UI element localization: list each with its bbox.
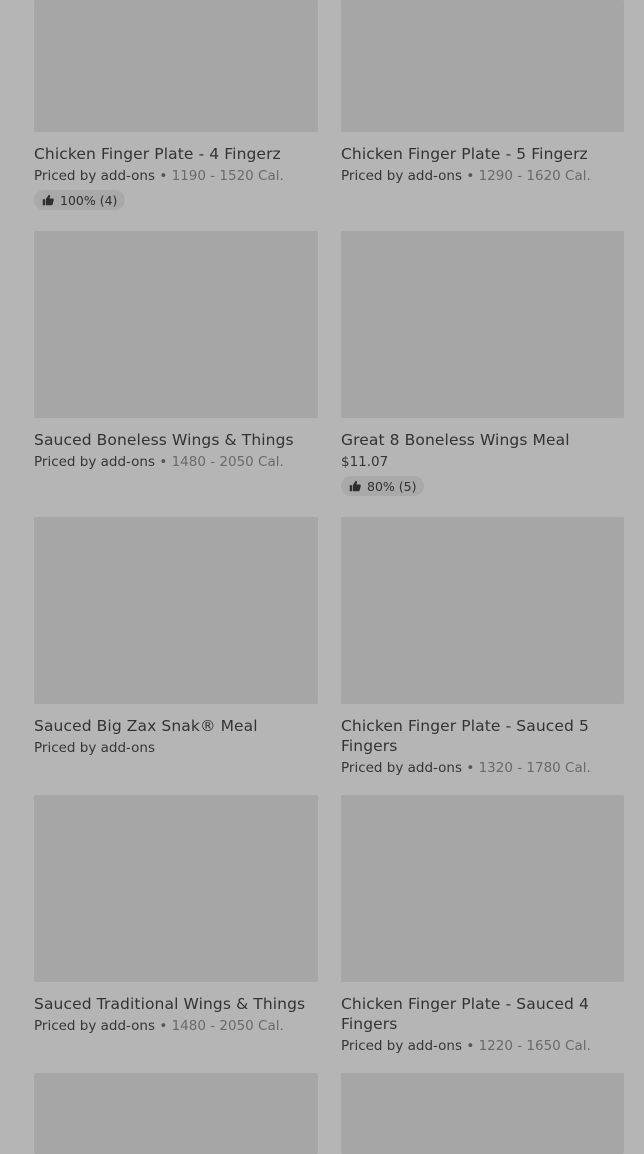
item-image[interactable] (341, 1073, 624, 1154)
item-price: Priced by add-ons (34, 740, 156, 756)
item-title: Chicken Finger Plate - 4 Fingerz (34, 145, 281, 163)
item-title: Sauced Big Zax Snak® Meal (34, 717, 258, 735)
item-meta: Priced by add-ons • 1190 - 1520 Cal. (34, 167, 318, 185)
item-title: Chicken Finger Plate - Sauced 4 Fingers (341, 995, 589, 1033)
item-meta: Priced by add-ons • 1480 - 2050 Cal. (34, 453, 318, 471)
menu-item-card[interactable] (34, 1073, 318, 1154)
menu-item-card[interactable]: Sauced Boneless Wings & Things Priced by… (34, 231, 318, 471)
thumbs-up-icon (349, 480, 361, 492)
item-image[interactable] (341, 0, 624, 132)
item-meta: $11.07 (341, 453, 624, 471)
menu-item-grid: Chicken Finger Plate - 4 Fingerz Priced … (0, 0, 644, 1154)
rating-badge: 100% (4) (34, 190, 126, 210)
rating-text: 100% (4) (60, 192, 118, 208)
separator-dot: • (466, 168, 475, 184)
item-calories: 1190 - 1520 Cal. (171, 168, 284, 184)
item-calories: 1220 - 1650 Cal. (478, 1038, 591, 1054)
item-price: Priced by add-ons (341, 168, 463, 184)
item-image[interactable] (34, 517, 318, 704)
menu-item-card[interactable]: Chicken Finger Plate - 4 Fingerz Priced … (34, 0, 318, 210)
rating-text: 80% (5) (367, 478, 417, 494)
item-title: Sauced Boneless Wings & Things (34, 431, 294, 449)
item-calories: 1480 - 2050 Cal. (171, 1018, 284, 1034)
item-price: Priced by add-ons (341, 1038, 463, 1054)
menu-item-card[interactable]: Great 8 Boneless Wings Meal $11.07 80% (… (341, 231, 624, 496)
separator-dot: • (159, 1018, 168, 1034)
item-meta: Priced by add-ons • 1290 - 1620 Cal. (341, 167, 624, 185)
item-price: $11.07 (341, 454, 389, 470)
item-price: Priced by add-ons (34, 454, 156, 470)
separator-dot: • (159, 168, 168, 184)
menu-item-card[interactable]: Sauced Traditional Wings & Things Priced… (34, 795, 318, 1035)
separator-dot: • (466, 760, 475, 776)
item-image[interactable] (34, 231, 318, 418)
item-title: Great 8 Boneless Wings Meal (341, 431, 570, 449)
separator-dot: • (466, 1038, 475, 1054)
item-price: Priced by add-ons (34, 1018, 156, 1034)
menu-item-card[interactable]: Chicken Finger Plate - 5 Fingerz Priced … (341, 0, 624, 185)
item-price: Priced by add-ons (34, 168, 156, 184)
item-meta: Priced by add-ons (34, 739, 318, 757)
item-image[interactable] (34, 1073, 318, 1154)
item-meta: Priced by add-ons • 1220 - 1650 Cal. (341, 1037, 624, 1055)
menu-item-card[interactable]: Sauced Big Zax Snak® Meal Priced by add-… (34, 517, 318, 757)
rating-badge: 80% (5) (341, 476, 425, 496)
item-title: Chicken Finger Plate - Sauced 5 Fingers (341, 717, 589, 755)
menu-item-card[interactable]: Chicken Finger Plate - Sauced 5 Fingers … (341, 517, 624, 777)
item-title: Chicken Finger Plate - 5 Fingerz (341, 145, 588, 163)
item-price: Priced by add-ons (341, 760, 463, 776)
menu-item-card[interactable]: Chicken Finger Plate - Sauced 4 Fingers … (341, 795, 624, 1055)
thumbs-up-icon (42, 194, 54, 206)
item-calories: 1480 - 2050 Cal. (171, 454, 284, 470)
separator-dot: • (159, 454, 168, 470)
item-meta: Priced by add-ons • 1480 - 2050 Cal. (34, 1017, 318, 1035)
item-image[interactable] (341, 795, 624, 982)
item-calories: 1320 - 1780 Cal. (478, 760, 591, 776)
item-title: Sauced Traditional Wings & Things (34, 995, 306, 1013)
menu-item-card[interactable] (341, 1073, 624, 1154)
item-calories: 1290 - 1620 Cal. (478, 168, 591, 184)
item-image[interactable] (34, 795, 318, 982)
item-image[interactable] (341, 231, 624, 418)
item-image[interactable] (34, 0, 318, 132)
item-image[interactable] (341, 517, 624, 704)
item-meta: Priced by add-ons • 1320 - 1780 Cal. (341, 759, 624, 777)
